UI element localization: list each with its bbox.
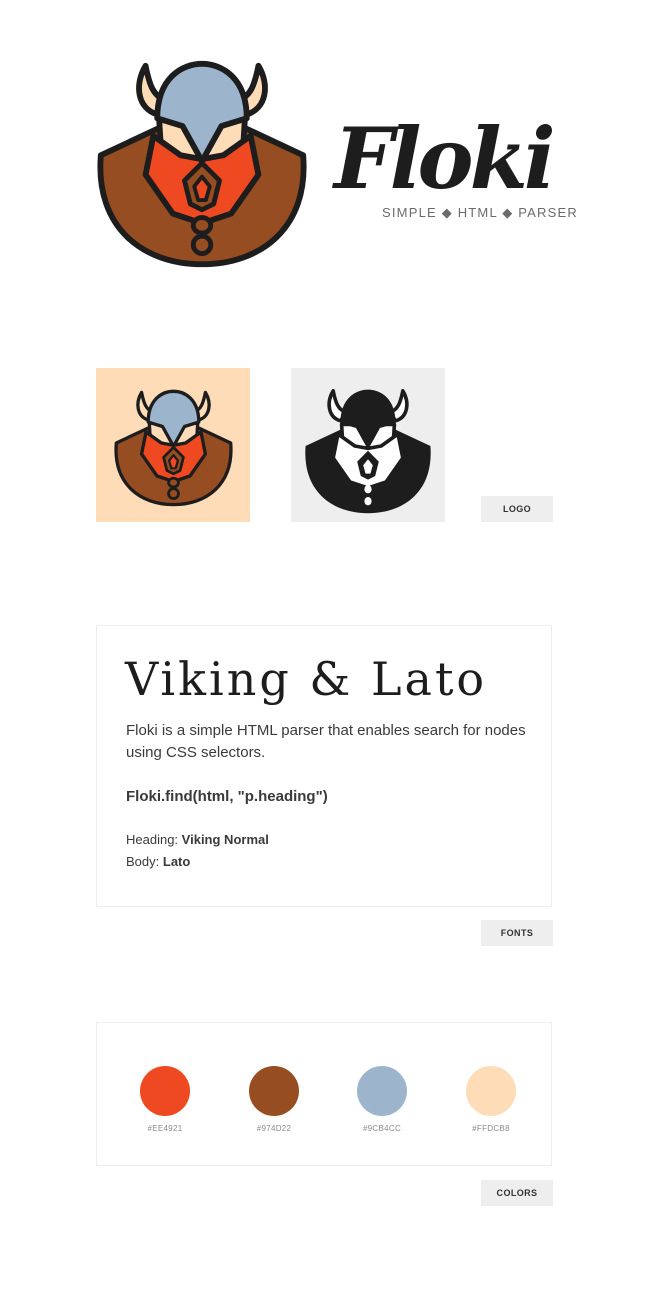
viking-mascot-icon xyxy=(96,368,250,522)
swatch-peach xyxy=(466,1066,516,1116)
colors-section-label: COLORS xyxy=(481,1180,553,1206)
logo-tile-mono xyxy=(291,368,445,522)
body-font-spec: Body: Lato xyxy=(126,854,190,869)
floki-wordmark-logo: Floki xyxy=(332,112,568,204)
swatch-label-brown: #974D22 xyxy=(256,1124,292,1133)
fonts-card: Viking & Lato Floki is a simple HTML par… xyxy=(96,625,552,907)
font-sample-code: Floki.find(html, "p.heading") xyxy=(126,788,328,805)
heading-font-name: Viking Normal xyxy=(181,832,269,847)
logo-tile-color xyxy=(96,368,250,522)
brand-tagline: SIMPLE ◆ HTML ◆ PARSER xyxy=(382,205,578,220)
heading-font-spec: Heading: Viking Normal xyxy=(126,832,269,847)
colors-card: #EE4921 #974D22 #9CB4CC #FFDCB8 xyxy=(96,1022,552,1166)
swatch-brown xyxy=(249,1066,299,1116)
swatch-orange xyxy=(140,1066,190,1116)
font-sample-description: Floki is a simple HTML parser that enabl… xyxy=(126,722,526,761)
viking-mascot-icon xyxy=(94,58,310,272)
body-font-name: Lato xyxy=(162,854,191,869)
swatch-label-peach: #FFDCB8 xyxy=(472,1124,510,1133)
wordmark-text: Floki xyxy=(332,112,553,204)
fonts-section-label: FONTS xyxy=(481,920,553,946)
swatch-blue xyxy=(357,1066,407,1116)
heading-font-prefix: Heading: xyxy=(126,832,179,847)
font-sample-heading: Viking & Lato xyxy=(125,652,488,706)
body-font-prefix: Body: xyxy=(126,854,160,869)
swatch-label-blue: #9CB4CC xyxy=(362,1124,402,1133)
viking-mascot-mono-icon xyxy=(305,389,431,514)
swatch-label-orange: #EE4921 xyxy=(147,1124,183,1133)
logo-section-label: LOGO xyxy=(481,496,553,522)
